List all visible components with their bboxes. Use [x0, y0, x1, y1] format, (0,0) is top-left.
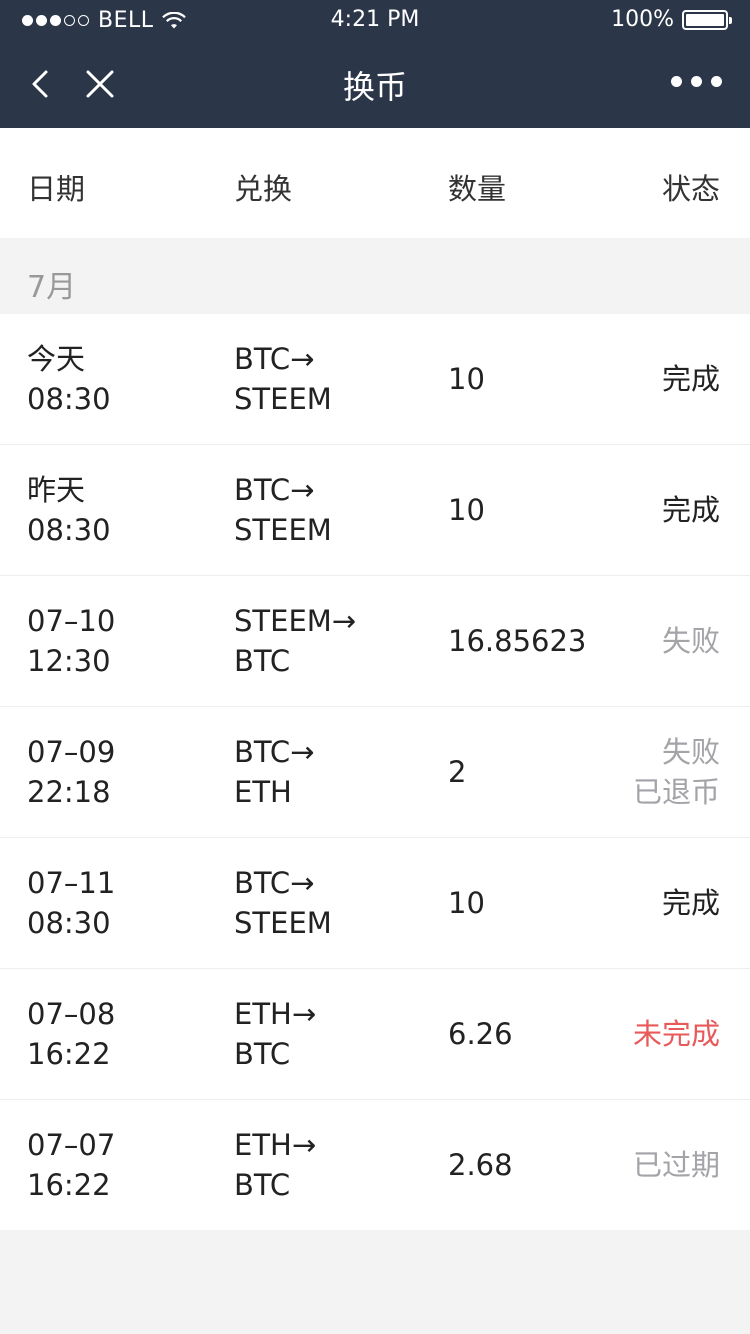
row-qty: 10 — [448, 886, 485, 920]
row-date: 07–07 — [27, 1128, 116, 1162]
row-datetime: 昨天 08:30 — [27, 470, 111, 550]
row-time: 12:30 — [27, 644, 111, 678]
table-row[interactable]: 昨天 08:30 BTC→ STEEM 10 完成 — [0, 445, 750, 576]
row-from: BTC→ — [234, 342, 315, 376]
month-label: 7月 — [27, 270, 77, 305]
row-time: 16:22 — [27, 1168, 111, 1202]
row-pair: ETH→ BTC — [234, 1125, 316, 1205]
table-row[interactable]: 今天 08:30 BTC→ STEEM 10 完成 — [0, 314, 750, 445]
row-date: 今天 — [27, 342, 86, 376]
table-row[interactable]: 07–09 22:18 BTC→ ETH 2 失败 已退币 — [0, 707, 750, 838]
row-time: 08:30 — [27, 513, 111, 547]
row-from: BTC→ — [234, 866, 315, 900]
row-qty: 2.68 — [448, 1148, 513, 1182]
row-to: ETH — [234, 775, 292, 809]
row-date: 昨天 — [27, 473, 86, 507]
row-time: 08:30 — [27, 906, 111, 940]
exchange-list: 今天 08:30 BTC→ STEEM 10 完成 昨天 08:30 BTC→ … — [0, 314, 750, 1230]
row-qty: 10 — [448, 362, 485, 396]
status-badge: 失败 — [661, 624, 720, 658]
row-datetime: 07–10 12:30 — [27, 601, 115, 681]
table-row[interactable]: 07–11 08:30 BTC→ STEEM 10 完成 — [0, 838, 750, 969]
row-from: ETH→ — [234, 1128, 317, 1162]
status-badge: 未完成 — [632, 1017, 720, 1051]
row-pair: BTC→ ETH — [234, 732, 314, 812]
row-date: 07–09 — [27, 735, 116, 769]
row-date: 07–10 — [27, 604, 116, 638]
row-time: 16:22 — [27, 1037, 111, 1071]
row-from: BTC→ — [234, 735, 315, 769]
table-row[interactable]: 07–08 16:22 ETH→ BTC 6.26 未完成 — [0, 969, 750, 1100]
row-to: STEEM — [234, 382, 332, 416]
header-date: 日期 — [27, 172, 86, 206]
row-qty: 10 — [448, 493, 485, 527]
table-header: 日期 兑换 数量 状态 — [0, 128, 750, 238]
table-row[interactable]: 07–07 16:22 ETH→ BTC 2.68 已过期 — [0, 1100, 750, 1230]
status-badge: 完成 — [661, 493, 720, 527]
row-datetime: 07–11 08:30 — [27, 863, 115, 943]
battery-area: 100% — [611, 7, 732, 32]
table-row[interactable]: 07–10 12:30 STEEM→ BTC 16.85623 失败 — [0, 576, 750, 707]
status-badge: 完成 — [661, 362, 720, 396]
header-qty: 数量 — [448, 172, 507, 206]
row-from: ETH→ — [234, 997, 317, 1031]
header-pair: 兑换 — [234, 172, 293, 206]
row-pair: STEEM→ BTC — [234, 601, 356, 681]
row-qty: 6.26 — [448, 1017, 513, 1051]
row-pair: BTC→ STEEM — [234, 339, 332, 419]
row-qty: 2 — [448, 755, 467, 789]
status-badge: 失败 已退币 — [632, 735, 720, 809]
row-datetime: 今天 08:30 — [27, 339, 111, 419]
month-section: 7月 — [0, 238, 750, 314]
row-from: BTC→ — [234, 473, 315, 507]
row-date: 07–08 — [27, 997, 116, 1031]
status-badge: 已过期 — [632, 1148, 720, 1182]
navigation-bar: 换币 — [0, 40, 750, 128]
row-to: STEEM — [234, 906, 332, 940]
row-to: BTC — [234, 1037, 291, 1071]
row-pair: BTC→ STEEM — [234, 863, 332, 943]
more-icon[interactable] — [671, 76, 722, 87]
row-to: BTC — [234, 644, 291, 678]
row-datetime: 07–09 22:18 — [27, 732, 115, 812]
row-to: BTC — [234, 1168, 291, 1202]
row-time: 22:18 — [27, 775, 111, 809]
row-to: STEEM — [234, 513, 332, 547]
status-bar: BELL 4:21 PM 100% — [0, 0, 750, 40]
row-pair: ETH→ BTC — [234, 994, 316, 1074]
row-qty: 16.85623 — [448, 624, 587, 658]
row-time: 08:30 — [27, 382, 111, 416]
row-datetime: 07–07 16:22 — [27, 1125, 115, 1205]
row-date: 07–11 — [27, 866, 116, 900]
row-pair: BTC→ STEEM — [234, 470, 332, 550]
battery-icon — [682, 9, 732, 30]
row-from: STEEM→ — [234, 604, 357, 638]
status-badge: 完成 — [661, 886, 720, 920]
battery-percent: 100% — [611, 7, 674, 32]
page-title: 换币 — [342, 68, 407, 106]
header-status: 状态 — [661, 172, 720, 206]
row-datetime: 07–08 16:22 — [27, 994, 115, 1074]
